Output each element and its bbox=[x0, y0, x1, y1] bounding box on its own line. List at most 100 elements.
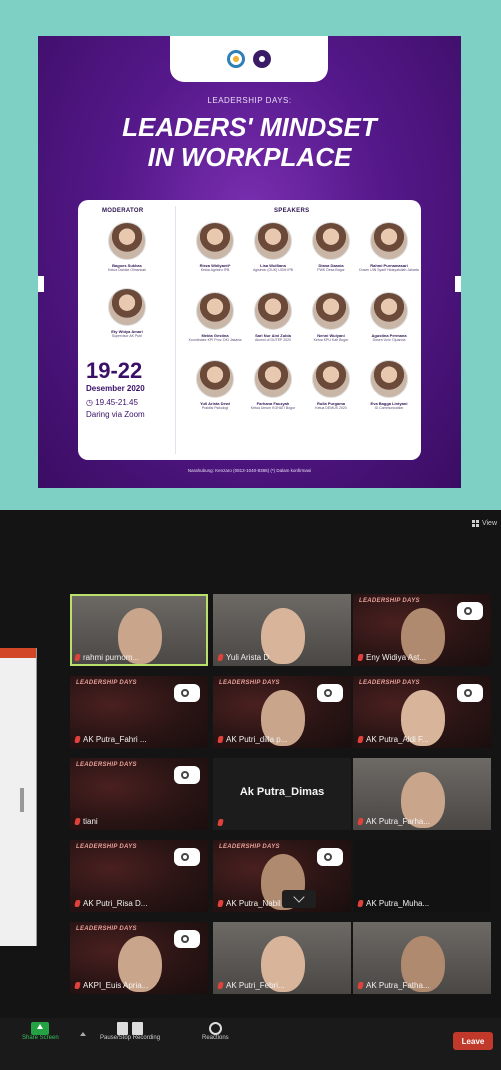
poster-title-line1: LEADERS' MINDSET bbox=[122, 112, 377, 142]
participant-label: AK Putra_Aldi F... bbox=[357, 735, 429, 744]
participant-label: Eny Widiya Ast... bbox=[357, 653, 426, 662]
muted-mic-icon bbox=[74, 982, 81, 989]
participant-name: AK Putra_Muha... bbox=[366, 899, 430, 908]
view-button[interactable]: View bbox=[471, 520, 497, 527]
muted-mic-icon bbox=[357, 818, 364, 825]
participant-label: Yuli Arista D bbox=[217, 653, 270, 662]
avatar bbox=[312, 360, 350, 398]
event-poster: LEADERSHIP DAYS: LEADERS' MINDSET IN WOR… bbox=[38, 36, 461, 488]
poster-title-line2: IN WORKPLACE bbox=[147, 142, 352, 172]
virtual-background-badge: LEADERSHIP DAYS bbox=[219, 844, 280, 850]
muted-mic-icon bbox=[357, 982, 364, 989]
avatar bbox=[108, 222, 146, 260]
speaker-6: Sari Nur Aini Zulda Alumni of DUTEP 2020 bbox=[242, 292, 304, 343]
decor-tab bbox=[455, 276, 461, 292]
participant-name: AK Putri_Risa D... bbox=[83, 899, 148, 908]
avatar bbox=[370, 360, 408, 398]
participant-name: AK Putra_Fahri ... bbox=[83, 735, 147, 744]
participant-tile[interactable]: rahmi purnom... bbox=[70, 594, 208, 666]
speakers-card: MODERATOR SPEAKERS Bagoes Sukhas Ketua D… bbox=[78, 200, 421, 460]
leave-button[interactable]: Leave bbox=[453, 1032, 493, 1050]
event-time-text: 19.45-21.45 bbox=[95, 398, 138, 407]
event-month: Desember 2020 bbox=[86, 384, 145, 393]
participant-label: AK Putra_Farha... bbox=[357, 817, 430, 826]
virtual-background-badge: LEADERSHIP DAYS bbox=[219, 680, 280, 686]
participant-name: AK Putra_Fatha... bbox=[366, 981, 430, 990]
poster-footer: Narahubung: Kenzaro (0813-1040-8386) (*)… bbox=[187, 468, 312, 473]
speaker-role: Agisindo (OUK) UGM IPB bbox=[252, 268, 294, 272]
participant-tile[interactable]: LEADERSHIP DAYS AK Putri_Risa D... bbox=[70, 840, 208, 912]
muted-mic-icon bbox=[217, 982, 224, 989]
share-options-caret-icon[interactable] bbox=[80, 1032, 86, 1036]
poster-kicker: LEADERSHIP DAYS: bbox=[207, 96, 292, 105]
muted-mic-icon bbox=[74, 900, 81, 907]
speaker-role: Ketua DEMUS 2020 bbox=[315, 406, 347, 410]
virtual-background-badge: LEADERSHIP DAYS bbox=[76, 926, 137, 932]
share-screen-button[interactable]: Share Screen bbox=[22, 1022, 59, 1041]
virtual-background-badge: LEADERSHIP DAYS bbox=[76, 762, 137, 768]
participant-name: AK Putra_Aldi F... bbox=[366, 735, 429, 744]
virtual-background-logo-icon bbox=[317, 848, 343, 866]
scroll-bar[interactable] bbox=[20, 788, 24, 812]
muted-mic-icon bbox=[74, 654, 81, 661]
muted-mic-icon bbox=[74, 818, 81, 825]
virtual-background-logo-icon bbox=[457, 684, 483, 702]
reactions-icon bbox=[208, 1022, 222, 1035]
avatar bbox=[370, 292, 408, 330]
decor-tab bbox=[38, 276, 44, 292]
reactions-label: Reactions bbox=[202, 1035, 229, 1041]
speaker-role: Ketua Umum KOHATI Bogor bbox=[250, 406, 296, 410]
view-label: View bbox=[481, 520, 497, 527]
speaker-role: Dosen UIN Syarif Hidayatullah Jakarta bbox=[359, 268, 419, 272]
participant-label: AK Putra_Fahri ... bbox=[74, 735, 147, 744]
participant-name: AKPI_Euis Apria... bbox=[83, 981, 149, 990]
participant-label: AK Putra_Fatha... bbox=[357, 981, 430, 990]
participant-tile[interactable]: LEADERSHIP DAYS AKPI_Euis Apria... bbox=[70, 922, 208, 994]
participant-name: rahmi purnom... bbox=[83, 653, 140, 662]
muted-mic-icon bbox=[357, 900, 364, 907]
participant-tile[interactable]: LEADERSHIP DAYS tiani bbox=[70, 758, 208, 830]
speaker-1: Rieza Widiyanti* Ketua Agristru IPB bbox=[184, 222, 246, 273]
virtual-background-badge: LEADERSHIP DAYS bbox=[76, 844, 137, 850]
speaker-role: Praktisi Psikologi bbox=[201, 406, 229, 410]
muted-mic-icon bbox=[217, 819, 224, 826]
participant-tile[interactable]: Ak Putra_Dimas bbox=[213, 758, 351, 830]
participant-tile[interactable]: LEADERSHIP DAYS AK Putra_Aldi F... bbox=[353, 676, 491, 748]
avatar bbox=[108, 288, 146, 326]
participant-tile[interactable]: AK Putra_Farha... bbox=[353, 758, 491, 830]
participant-tile[interactable]: LEADERSHIP DAYS AK Putra_Fahri ... bbox=[70, 676, 208, 748]
participant-tile[interactable]: LEADERSHIP DAYS AK Putri_dilla p... bbox=[213, 676, 351, 748]
show-more-chevron-icon[interactable] bbox=[282, 890, 316, 908]
participant-label: AK Putri_dilla p... bbox=[217, 735, 288, 744]
speaker-11: Rulla Purgama Ketua DEMUS 2020 bbox=[300, 360, 362, 411]
virtual-background-badge: LEADERSHIP DAYS bbox=[359, 680, 420, 686]
speaker-2: Lisa Wulfiana Agisindo (OUK) UGM IPB bbox=[242, 222, 304, 273]
virtual-background-logo-icon bbox=[174, 766, 200, 784]
participant-name: AK Putri_dilla p... bbox=[226, 735, 288, 744]
participant-name: AK Putra_Nabil... bbox=[226, 899, 288, 908]
participant-tile[interactable]: LEADERSHIP DAYS Eny Widiya Ast... bbox=[353, 594, 491, 666]
pause-stop-icon bbox=[117, 1022, 144, 1035]
virtual-background-logo-icon bbox=[174, 930, 200, 948]
speaker-role: Alumni of DUTEP 2020 bbox=[254, 338, 292, 342]
pause-recording-button[interactable]: Pause/Stop Recording bbox=[100, 1022, 160, 1041]
speaker-8: Agustina Permana Dosen Univ. Djuanda bbox=[358, 292, 420, 343]
virtual-background-logo-icon bbox=[457, 602, 483, 620]
avatar bbox=[196, 222, 234, 260]
event-date: 19-22 bbox=[86, 358, 143, 383]
speaker-9: Yuli Arista Dewi Praktisi Psikologi bbox=[184, 360, 246, 411]
moderator-2: Ety Widya Amari Supervisor AK Putri bbox=[96, 288, 158, 339]
participant-tile[interactable]: AK Putra_Muha... bbox=[353, 840, 491, 912]
speakers-heading: SPEAKERS bbox=[274, 208, 310, 214]
virtual-background-logo-icon bbox=[174, 684, 200, 702]
participant-tile[interactable]: AK Putra_Fatha... bbox=[353, 922, 491, 994]
speaker-5: Mekta Gestina Koordinator KPI Prov. DKI J… bbox=[184, 292, 246, 343]
participant-name: Yuli Arista D bbox=[226, 653, 270, 662]
virtual-background-badge: LEADERSHIP DAYS bbox=[76, 680, 137, 686]
avatar bbox=[254, 222, 292, 260]
avatar bbox=[254, 360, 292, 398]
participant-label: AK Putri_Risa D... bbox=[74, 899, 148, 908]
participant-tile[interactable]: Yuli Arista D bbox=[213, 594, 351, 666]
reactions-button[interactable]: Reactions bbox=[202, 1022, 229, 1041]
participant-tile[interactable]: AK Putri_Febri... bbox=[213, 922, 351, 994]
